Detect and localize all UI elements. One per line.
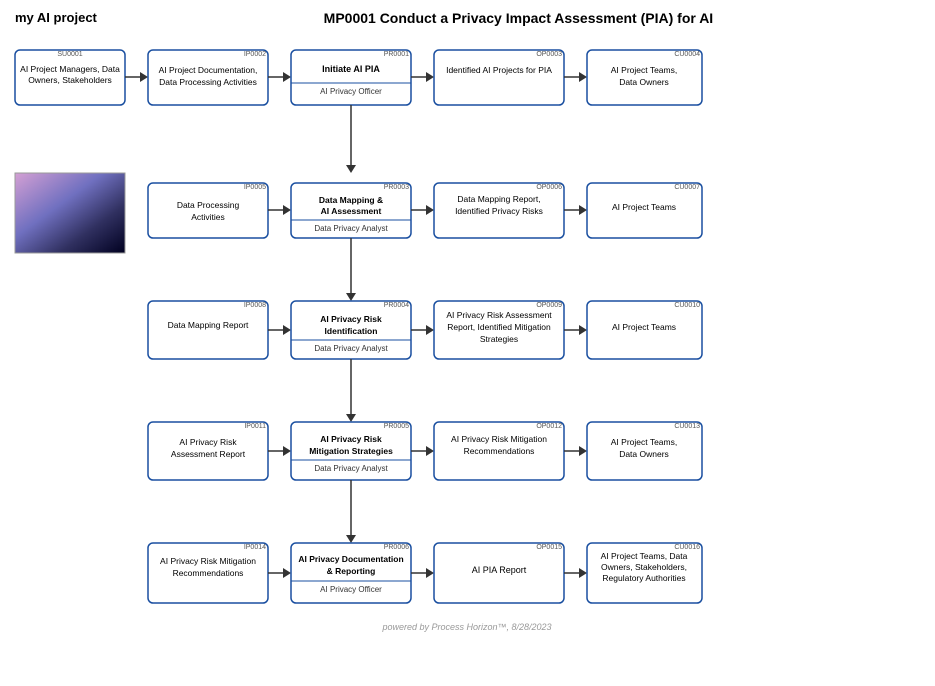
svg-text:IP0011: IP0011 — [244, 423, 266, 430]
svg-text:CU0013: CU0013 — [674, 423, 700, 430]
svg-text:AI Privacy Risk Mitigation: AI Privacy Risk Mitigation — [160, 556, 256, 566]
svg-text:PR0001: PR0001 — [384, 51, 409, 58]
svg-text:IP0008: IP0008 — [244, 302, 266, 309]
page-header: my AI project MP0001 Conduct a Privacy I… — [15, 10, 920, 26]
svg-text:AI Privacy Risk: AI Privacy Risk — [179, 437, 237, 447]
svg-text:Identified Privacy Risks: Identified Privacy Risks — [455, 206, 543, 216]
svg-text:OP0009: OP0009 — [536, 302, 562, 309]
svg-text:AI Privacy Risk Assessment: AI Privacy Risk Assessment — [446, 310, 552, 320]
svg-text:Regulatory Authorities: Regulatory Authorities — [602, 573, 685, 583]
svg-text:AI Privacy Risk Mitigation: AI Privacy Risk Mitigation — [451, 434, 547, 444]
svg-text:PR0004: PR0004 — [384, 302, 409, 309]
svg-text:Data Privacy Analyst: Data Privacy Analyst — [314, 464, 388, 473]
svg-text:Strategies: Strategies — [480, 334, 518, 344]
svg-text:AI Privacy Risk: AI Privacy Risk — [320, 314, 382, 324]
svg-text:OP0006: OP0006 — [536, 184, 562, 191]
svg-text:AI Privacy Documentation: AI Privacy Documentation — [298, 554, 403, 564]
svg-text:AI PIA Report: AI PIA Report — [472, 565, 527, 575]
svg-text:OP0012: OP0012 — [536, 423, 562, 430]
svg-text:AI Project Teams,: AI Project Teams, — [611, 437, 677, 447]
svg-text:Recommendations: Recommendations — [173, 568, 244, 578]
svg-text:AI Privacy Officer: AI Privacy Officer — [320, 585, 382, 594]
svg-text:IP0014: IP0014 — [244, 544, 266, 551]
svg-text:Data Privacy Analyst: Data Privacy Analyst — [314, 224, 388, 233]
svg-text:Data Processing Activities: Data Processing Activities — [159, 77, 257, 87]
svg-text:Owners, Stakeholders: Owners, Stakeholders — [28, 75, 112, 85]
svg-text:Data Processing: Data Processing — [177, 200, 240, 210]
svg-text:AI Privacy Officer: AI Privacy Officer — [320, 87, 382, 96]
svg-text:Data Mapping &: Data Mapping & — [319, 195, 383, 205]
svg-text:PR0006: PR0006 — [384, 544, 409, 551]
svg-text:Assessment Report: Assessment Report — [171, 449, 246, 459]
svg-text:Report, Identified Mitigation: Report, Identified Mitigation — [447, 322, 551, 332]
page: my AI project MP0001 Conduct a Privacy I… — [0, 0, 935, 686]
svg-text:AI Project Documentation,: AI Project Documentation, — [159, 65, 258, 75]
svg-text:OP0003: OP0003 — [536, 51, 562, 58]
svg-text:powered by Process Horizon™, 8: powered by Process Horizon™, 8/28/2023 — [381, 622, 551, 632]
svg-text:IP0002: IP0002 — [244, 51, 266, 58]
svg-text:Data Mapping Report,: Data Mapping Report, — [457, 194, 540, 204]
svg-text:Initiate AI PIA: Initiate AI PIA — [322, 64, 380, 74]
diagram-svg: SU0001 AI Project Managers, Data Owners,… — [0, 40, 935, 680]
svg-text:CU0004: CU0004 — [674, 51, 700, 58]
svg-text:OP0015: OP0015 — [536, 544, 562, 551]
svg-text:AI Project Teams, Data: AI Project Teams, Data — [601, 551, 688, 561]
svg-text:AI Project Teams: AI Project Teams — [612, 202, 676, 212]
svg-text:AI Privacy Risk: AI Privacy Risk — [320, 434, 382, 444]
svg-text:Data Owners: Data Owners — [619, 77, 669, 87]
svg-text:Data Mapping Report: Data Mapping Report — [168, 320, 249, 330]
svg-text:Identified AI Projects for PIA: Identified AI Projects for PIA — [446, 65, 552, 75]
svg-text:Identification: Identification — [325, 326, 378, 336]
svg-text:Recommendations: Recommendations — [464, 446, 535, 456]
svg-text:AI Project Managers, Data: AI Project Managers, Data — [20, 64, 120, 74]
svg-text:PR0003: PR0003 — [384, 184, 409, 191]
svg-text:Owners, Stakeholders,: Owners, Stakeholders, — [601, 562, 687, 572]
svg-text:& Reporting: & Reporting — [327, 566, 376, 576]
svg-text:Data Privacy Analyst: Data Privacy Analyst — [314, 344, 388, 353]
svg-text:AI Project Teams,: AI Project Teams, — [611, 65, 677, 75]
svg-text:CU0007: CU0007 — [674, 184, 700, 191]
svg-text:Data Owners: Data Owners — [619, 449, 669, 459]
svg-text:Activities: Activities — [191, 212, 225, 222]
svg-text:AI Project Teams: AI Project Teams — [612, 322, 676, 332]
svg-text:AI Assessment: AI Assessment — [321, 206, 382, 216]
main-title: MP0001 Conduct a Privacy Impact Assessme… — [117, 10, 920, 26]
svg-text:CU0010: CU0010 — [674, 302, 700, 309]
svg-text:SU0001: SU0001 — [57, 51, 82, 58]
project-title: my AI project — [15, 10, 97, 25]
svg-text:IP0005: IP0005 — [244, 184, 266, 191]
svg-text:CU0016: CU0016 — [674, 544, 700, 551]
svg-text:Mitigation Strategies: Mitigation Strategies — [309, 446, 393, 456]
svg-text:PR0005: PR0005 — [384, 423, 409, 430]
